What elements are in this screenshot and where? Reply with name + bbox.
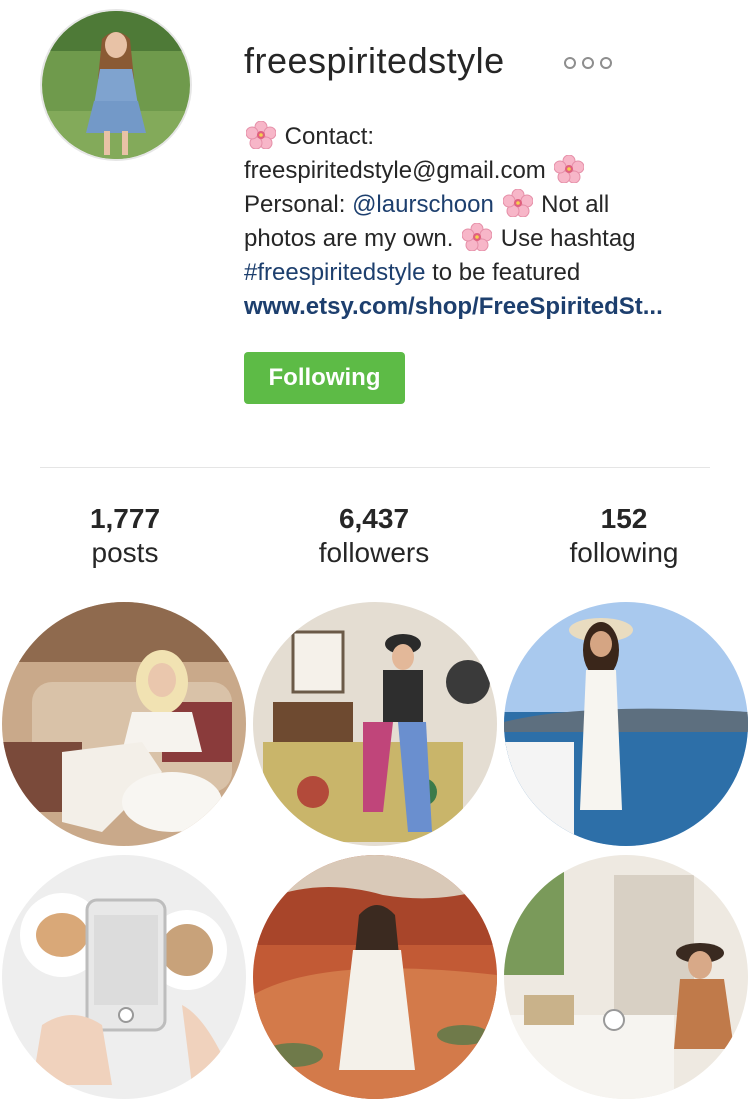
post-thumbnail[interactable] <box>253 855 497 1099</box>
post-image-woman-on-cabinet <box>253 602 497 846</box>
bio-line: Personal: @laurschoon Not all <box>244 188 724 222</box>
bio-text: Use hashtag <box>494 225 636 252</box>
cherry-blossom-icon <box>554 155 585 183</box>
cherry-blossom-icon <box>462 223 493 251</box>
stat-value: 1,777 <box>89 503 161 534</box>
profile-avatar[interactable] <box>40 9 192 161</box>
post-thumbnail[interactable] <box>2 855 246 1099</box>
stat-label: followers <box>318 537 430 568</box>
post-thumbnail[interactable] <box>253 602 497 846</box>
stat-followers[interactable]: 6,437 followers <box>264 502 484 570</box>
post-image-woman-on-sofa <box>2 602 246 846</box>
bio-email: freespiritedstyle@gmail.com <box>244 157 546 184</box>
stat-value: 152 <box>600 503 648 534</box>
profile-bio: Contact: freespiritedstyle@gmail.com Per… <box>244 120 724 324</box>
bio-text: Not all <box>534 191 610 218</box>
bio-text: to be featured <box>425 259 581 286</box>
cherry-blossom-icon <box>246 121 276 149</box>
ellipsis-icon[interactable] <box>560 53 616 73</box>
cherry-blossom-icon <box>502 189 533 217</box>
stat-posts[interactable]: 1,777 posts <box>15 502 235 570</box>
post-thumbnail[interactable] <box>504 855 748 1099</box>
divider <box>40 467 710 468</box>
bio-line: freespiritedstyle@gmail.com <box>244 154 724 188</box>
bio-personal-label: Personal: <box>244 191 353 218</box>
stat-label: posts <box>91 537 159 568</box>
post-image-woman-desert <box>253 855 497 1099</box>
following-button[interactable]: Following <box>244 352 405 404</box>
profile-username: freespiritedstyle <box>244 40 505 81</box>
bio-line: Contact: <box>244 120 724 154</box>
bio-hashtag-link[interactable]: #freespiritedstyle <box>244 259 425 286</box>
post-thumbnail[interactable] <box>2 602 246 846</box>
bio-line: #freespiritedstyle to be featured <box>244 256 724 290</box>
post-thumbnail[interactable] <box>504 602 748 846</box>
stat-following[interactable]: 152 following <box>514 502 734 570</box>
bio-text: photos are my own. <box>244 225 461 252</box>
bio-line: www.etsy.com/shop/FreeSpiritedSt... <box>244 290 724 324</box>
bio-line: photos are my own. Use hashtag <box>244 222 724 256</box>
post-image-woman-seaside <box>504 602 748 846</box>
post-image-phone-breakfast <box>2 855 246 1099</box>
stat-label: following <box>569 537 679 568</box>
post-image-woman-breakfast-table <box>504 855 748 1099</box>
bio-mention-link[interactable]: @laurschoon <box>352 191 494 218</box>
bio-contact-label: Contact: <box>284 123 375 150</box>
stat-value: 6,437 <box>338 503 410 534</box>
profile-website-link[interactable]: www.etsy.com/shop/FreeSpiritedSt... <box>244 293 663 320</box>
avatar-photo <box>42 11 190 159</box>
